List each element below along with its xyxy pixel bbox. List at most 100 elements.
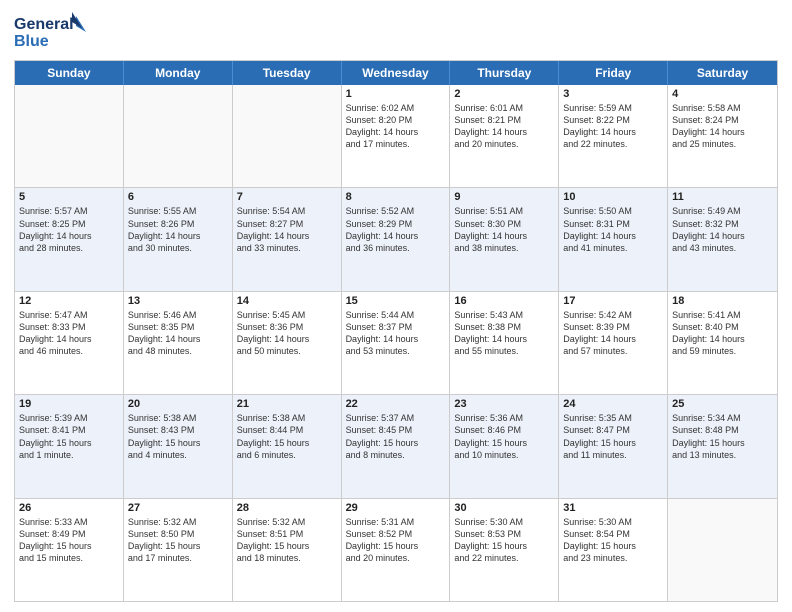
- empty-cell-r0-c0: [15, 85, 124, 187]
- day-cell-29: 29Sunrise: 5:31 AM Sunset: 8:52 PM Dayli…: [342, 499, 451, 601]
- page: General Blue SundayMondayTuesdayWednesda…: [0, 0, 792, 612]
- calendar-row-2: 5 Sunrise: 5:57 AM Sunset: 8:25 PM Daylig…: [15, 187, 777, 290]
- day-info-28: Sunrise: 5:32 AM Sunset: 8:51 PM Dayligh…: [237, 516, 337, 565]
- day-number-24: 24: [563, 398, 663, 410]
- day-number-1: 1: [346, 88, 446, 100]
- day-info-19: Sunrise: 5:39 AM Sunset: 8:41 PM Dayligh…: [19, 412, 119, 461]
- weekday-saturday: Saturday: [668, 61, 777, 85]
- day-info-29: Sunrise: 5:31 AM Sunset: 8:52 PM Dayligh…: [346, 516, 446, 565]
- day-number-11: 11: [672, 191, 773, 203]
- day-cell-5: 5 Sunrise: 5:57 AM Sunset: 8:25 PM Daylig…: [15, 188, 124, 290]
- empty-cell-r0-c1: [124, 85, 233, 187]
- day-number-3: 3: [563, 88, 663, 100]
- day-number-5: 5: [19, 191, 119, 203]
- calendar-row-3: 12 Sunrise: 5:47 AM Sunset: 8:33 PM Dayli…: [15, 291, 777, 394]
- day-number-25: 25: [672, 398, 773, 410]
- day-cell-22: 22 Sunrise: 5:37 AM Sunset: 8:45 PM Dayli…: [342, 395, 451, 497]
- day-cell-16: 16 Sunrise: 5:43 AM Sunset: 8:38 PM Dayli…: [450, 292, 559, 394]
- day-cell-14: 14Sunrise: 5:45 AM Sunset: 8:36 PM Dayli…: [233, 292, 342, 394]
- day-cell-30: 30Sunrise: 5:30 AM Sunset: 8:53 PM Dayli…: [450, 499, 559, 601]
- day-info-3: Sunrise: 5:59 AM Sunset: 8:22 PM Dayligh…: [563, 102, 663, 151]
- day-number-18: 18: [672, 295, 773, 307]
- day-info-9: Sunrise: 5:51 AM Sunset: 8:30 PM Dayligh…: [454, 205, 554, 254]
- day-number-2: 2: [454, 88, 554, 100]
- weekday-friday: Friday: [559, 61, 668, 85]
- day-cell-19: 19 Sunrise: 5:39 AM Sunset: 8:41 PM Dayli…: [15, 395, 124, 497]
- day-number-26: 26: [19, 502, 119, 514]
- day-info-12: Sunrise: 5:47 AM Sunset: 8:33 PM Dayligh…: [19, 309, 119, 358]
- weekday-tuesday: Tuesday: [233, 61, 342, 85]
- day-number-30: 30: [454, 502, 554, 514]
- day-cell-10: 10 Sunrise: 5:50 AM Sunset: 8:31 PM Dayli…: [559, 188, 668, 290]
- day-number-10: 10: [563, 191, 663, 203]
- weekday-thursday: Thursday: [450, 61, 559, 85]
- day-info-23: Sunrise: 5:36 AM Sunset: 8:46 PM Dayligh…: [454, 412, 554, 461]
- day-cell-8: 8Sunrise: 5:52 AM Sunset: 8:29 PM Daylig…: [342, 188, 451, 290]
- day-info-2: Sunrise: 6:01 AM Sunset: 8:21 PM Dayligh…: [454, 102, 554, 151]
- weekday-sunday: Sunday: [15, 61, 124, 85]
- day-cell-4: 4Sunrise: 5:58 AM Sunset: 8:24 PM Daylig…: [668, 85, 777, 187]
- day-number-4: 4: [672, 88, 773, 100]
- day-info-16: Sunrise: 5:43 AM Sunset: 8:38 PM Dayligh…: [454, 309, 554, 358]
- day-info-18: Sunrise: 5:41 AM Sunset: 8:40 PM Dayligh…: [672, 309, 773, 358]
- day-cell-13: 13 Sunrise: 5:46 AM Sunset: 8:35 PM Dayli…: [124, 292, 233, 394]
- day-cell-24: 24 Sunrise: 5:35 AM Sunset: 8:47 PM Dayli…: [559, 395, 668, 497]
- day-cell-6: 6 Sunrise: 5:55 AM Sunset: 8:26 PM Daylig…: [124, 188, 233, 290]
- day-cell-12: 12 Sunrise: 5:47 AM Sunset: 8:33 PM Dayli…: [15, 292, 124, 394]
- day-number-16: 16: [454, 295, 554, 307]
- day-cell-21: 21 Sunrise: 5:38 AM Sunset: 8:44 PM Dayli…: [233, 395, 342, 497]
- calendar-body: 1Sunrise: 6:02 AM Sunset: 8:20 PM Daylig…: [15, 85, 777, 601]
- logo: General Blue: [14, 10, 86, 52]
- general-blue-logo-icon: General Blue: [14, 10, 86, 52]
- svg-text:General: General: [14, 16, 74, 33]
- day-number-19: 19: [19, 398, 119, 410]
- day-cell-2: 2 Sunrise: 6:01 AM Sunset: 8:21 PM Daylig…: [450, 85, 559, 187]
- day-info-21: Sunrise: 5:38 AM Sunset: 8:44 PM Dayligh…: [237, 412, 337, 461]
- day-info-10: Sunrise: 5:50 AM Sunset: 8:31 PM Dayligh…: [563, 205, 663, 254]
- calendar-row-1: 1Sunrise: 6:02 AM Sunset: 8:20 PM Daylig…: [15, 85, 777, 187]
- day-number-21: 21: [237, 398, 337, 410]
- day-info-15: Sunrise: 5:44 AM Sunset: 8:37 PM Dayligh…: [346, 309, 446, 358]
- day-cell-20: 20 Sunrise: 5:38 AM Sunset: 8:43 PM Dayli…: [124, 395, 233, 497]
- day-number-23: 23: [454, 398, 554, 410]
- header: General Blue: [14, 10, 778, 52]
- day-number-13: 13: [128, 295, 228, 307]
- calendar-header: SundayMondayTuesdayWednesdayThursdayFrid…: [15, 61, 777, 85]
- day-cell-3: 3 Sunrise: 5:59 AM Sunset: 8:22 PM Daylig…: [559, 85, 668, 187]
- day-cell-25: 25Sunrise: 5:34 AM Sunset: 8:48 PM Dayli…: [668, 395, 777, 497]
- day-info-20: Sunrise: 5:38 AM Sunset: 8:43 PM Dayligh…: [128, 412, 228, 461]
- day-info-27: Sunrise: 5:32 AM Sunset: 8:50 PM Dayligh…: [128, 516, 228, 565]
- day-cell-1: 1Sunrise: 6:02 AM Sunset: 8:20 PM Daylig…: [342, 85, 451, 187]
- day-cell-7: 7Sunrise: 5:54 AM Sunset: 8:27 PM Daylig…: [233, 188, 342, 290]
- day-number-9: 9: [454, 191, 554, 203]
- day-cell-31: 31Sunrise: 5:30 AM Sunset: 8:54 PM Dayli…: [559, 499, 668, 601]
- day-info-13: Sunrise: 5:46 AM Sunset: 8:35 PM Dayligh…: [128, 309, 228, 358]
- day-info-7: Sunrise: 5:54 AM Sunset: 8:27 PM Dayligh…: [237, 205, 337, 254]
- day-cell-28: 28 Sunrise: 5:32 AM Sunset: 8:51 PM Dayli…: [233, 499, 342, 601]
- day-number-28: 28: [237, 502, 337, 514]
- day-cell-17: 17Sunrise: 5:42 AM Sunset: 8:39 PM Dayli…: [559, 292, 668, 394]
- day-number-15: 15: [346, 295, 446, 307]
- day-info-5: Sunrise: 5:57 AM Sunset: 8:25 PM Dayligh…: [19, 205, 119, 254]
- day-number-17: 17: [563, 295, 663, 307]
- day-number-8: 8: [346, 191, 446, 203]
- day-info-14: Sunrise: 5:45 AM Sunset: 8:36 PM Dayligh…: [237, 309, 337, 358]
- calendar: SundayMondayTuesdayWednesdayThursdayFrid…: [14, 60, 778, 602]
- day-cell-23: 23 Sunrise: 5:36 AM Sunset: 8:46 PM Dayli…: [450, 395, 559, 497]
- day-cell-26: 26Sunrise: 5:33 AM Sunset: 8:49 PM Dayli…: [15, 499, 124, 601]
- day-info-24: Sunrise: 5:35 AM Sunset: 8:47 PM Dayligh…: [563, 412, 663, 461]
- day-info-22: Sunrise: 5:37 AM Sunset: 8:45 PM Dayligh…: [346, 412, 446, 461]
- calendar-row-5: 26Sunrise: 5:33 AM Sunset: 8:49 PM Dayli…: [15, 498, 777, 601]
- day-info-6: Sunrise: 5:55 AM Sunset: 8:26 PM Dayligh…: [128, 205, 228, 254]
- day-number-6: 6: [128, 191, 228, 203]
- day-cell-11: 11Sunrise: 5:49 AM Sunset: 8:32 PM Dayli…: [668, 188, 777, 290]
- day-number-22: 22: [346, 398, 446, 410]
- day-number-12: 12: [19, 295, 119, 307]
- weekday-wednesday: Wednesday: [342, 61, 451, 85]
- empty-cell-r0-c2: [233, 85, 342, 187]
- day-number-20: 20: [128, 398, 228, 410]
- svg-text:Blue: Blue: [14, 33, 49, 50]
- day-info-31: Sunrise: 5:30 AM Sunset: 8:54 PM Dayligh…: [563, 516, 663, 565]
- empty-cell-r4-c6: [668, 499, 777, 601]
- day-number-27: 27: [128, 502, 228, 514]
